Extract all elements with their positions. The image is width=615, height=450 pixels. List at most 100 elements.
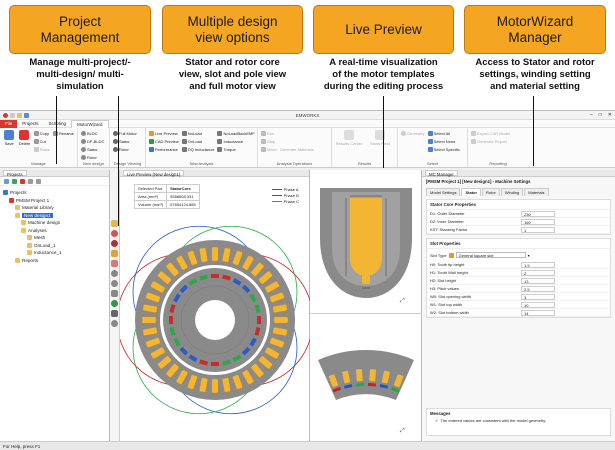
- remove-icon[interactable]: [20, 178, 25, 184]
- geometry-button[interactable]: Geometry: [401, 130, 425, 137]
- generate-materials-button[interactable]: Generate Materials: [280, 146, 314, 153]
- cad-preview-button[interactable]: CAD Preview: [149, 138, 179, 145]
- stator-core-view-icon[interactable]: [111, 230, 118, 237]
- refresh-icon[interactable]: [4, 178, 9, 184]
- tab-model-settings[interactable]: Model Settings: [426, 188, 461, 196]
- mesh-button[interactable]: Mesh: [261, 146, 277, 153]
- slot-view[interactable]: [310, 178, 422, 308]
- copy-button[interactable]: Copy: [33, 130, 50, 137]
- run-button[interactable]: Run: [261, 130, 277, 137]
- property-value-field[interactable]: 3: [521, 293, 555, 300]
- tree-item[interactable]: Machine design: [3, 219, 106, 227]
- property-value-field[interactable]: 13: [521, 277, 555, 284]
- select-all-button[interactable]: Select All: [427, 130, 460, 137]
- property-value-field[interactable]: 1.5: [521, 261, 555, 268]
- zoom-in-icon[interactable]: [111, 270, 118, 277]
- ribbon-group-results: Results Center Show Field Results: [332, 128, 398, 167]
- tree-item[interactable]: Projects: [3, 189, 106, 197]
- fit-icon[interactable]: [111, 290, 118, 297]
- dropdown-chevron-icon[interactable]: ▾: [528, 253, 530, 258]
- inductance-button[interactable]: Inductance: [217, 138, 254, 145]
- property-value-field[interactable]: 14: [521, 309, 555, 316]
- generate-report-button[interactable]: Generate Report: [471, 138, 510, 145]
- geometry-icon: [401, 131, 406, 136]
- paste-button[interactable]: Paste: [33, 146, 50, 153]
- stator-slot: [273, 316, 289, 324]
- collapse-icon[interactable]: [28, 178, 33, 184]
- camera-icon[interactable]: [111, 310, 118, 317]
- performance-icon: [149, 147, 154, 152]
- stop-button[interactable]: Stop: [261, 138, 277, 145]
- live-preview-button[interactable]: Live Preview: [149, 130, 179, 137]
- pole-view[interactable]: [310, 320, 422, 430]
- noload-button[interactable]: NoLoad: [181, 130, 215, 137]
- tree-item[interactable]: Material Library: [3, 204, 106, 212]
- tree-item[interactable]: PMSM Project 1: [3, 197, 106, 205]
- tree-item[interactable]: Mesh: [3, 234, 106, 242]
- callout-live-preview: Live Preview: [313, 5, 454, 54]
- expand-icon[interactable]: [36, 178, 41, 184]
- expand-pole-view-icon[interactable]: ⤢: [400, 428, 405, 435]
- expand-slot-view-icon[interactable]: ⤢: [400, 298, 405, 305]
- select-none-button[interactable]: Select None: [427, 138, 460, 145]
- menu-file[interactable]: File: [0, 119, 18, 128]
- stator-view-button[interactable]: Stator: [113, 138, 137, 145]
- table-cell: Volume (mm³): [133, 200, 168, 209]
- callout-motorwizard-manager: MotorWizard Manager: [464, 5, 606, 54]
- property-value-field[interactable]: 1: [521, 226, 555, 233]
- full-motor-button[interactable]: Full Motor: [113, 130, 137, 137]
- rotor-core-view-icon[interactable]: [111, 240, 118, 247]
- menu-motorwizard[interactable]: MotorWizard: [71, 119, 109, 128]
- tree-item[interactable]: OnLoad_1: [3, 242, 106, 250]
- full-view-icon[interactable]: [111, 220, 118, 227]
- tab-projects[interactable]: Projects: [3, 170, 27, 177]
- app-window: EMWORKS – □ ✕ File Projects Scripting Mo…: [0, 110, 615, 450]
- play-icon[interactable]: [111, 300, 118, 307]
- add-icon[interactable]: [12, 178, 17, 184]
- cut-button[interactable]: Cut: [33, 138, 50, 145]
- zoom-out-icon[interactable]: [111, 280, 118, 287]
- tree-item[interactable]: Inductance_1: [3, 249, 106, 257]
- tab-mc-manager[interactable]: MC Manager: [425, 170, 458, 177]
- property-value-field[interactable]: 2: [521, 269, 555, 276]
- performance-button[interactable]: Performance: [149, 146, 179, 153]
- property-label: KST: Stacking Factor: [430, 227, 468, 232]
- legend-phase-b: Phase B: [283, 192, 299, 198]
- bldc-button[interactable]: BLDC: [81, 130, 104, 137]
- menu-projects[interactable]: Projects: [17, 120, 43, 128]
- tab-stator[interactable]: Stator: [461, 188, 482, 196]
- tree-item-label: Mesh: [34, 235, 46, 241]
- tab-materials[interactable]: Materials: [524, 188, 549, 196]
- dq-inductance-button[interactable]: DQ Inductance: [181, 146, 214, 153]
- inductance-icon: [217, 139, 223, 144]
- df-bldc-button[interactable]: DF-BLDC: [81, 138, 104, 145]
- property-value-field[interactable]: 160: [521, 218, 555, 225]
- check-icon: ✔: [435, 418, 439, 423]
- stator-slot: [211, 246, 219, 262]
- tree-item[interactable]: Reports: [3, 257, 106, 265]
- tab-winding[interactable]: Winding: [500, 188, 524, 196]
- noload-backemf-button[interactable]: NoLoadBackEMF: [217, 130, 255, 137]
- tab-rotor[interactable]: Rotor: [482, 188, 500, 196]
- tree-node-icon: [21, 227, 26, 233]
- settings-icon[interactable]: [111, 320, 118, 327]
- torque-button[interactable]: Torque: [217, 146, 254, 153]
- tree-item[interactable]: New design1: [3, 212, 106, 220]
- pole-view-icon[interactable]: [111, 260, 118, 267]
- tab-live-preview[interactable]: Live Preview (New design1): [123, 170, 185, 177]
- property-value-field[interactable]: 10: [521, 301, 555, 308]
- desc-motorwizard-manager: Access to Stator and rotor settings, win…: [475, 57, 595, 92]
- select-specific-button[interactable]: Select Specific: [427, 146, 460, 153]
- menu-scripting[interactable]: Scripting: [44, 120, 72, 128]
- full-motor-view[interactable]: [120, 218, 310, 418]
- stator-design-button[interactable]: Stator: [81, 146, 104, 153]
- rotor-design-button[interactable]: Rotor: [81, 154, 104, 161]
- slot-view-icon[interactable]: [111, 250, 118, 257]
- rotor-view-button[interactable]: Rotor: [113, 146, 137, 153]
- slot-type-dropdown[interactable]: General square slot: [455, 252, 526, 258]
- onload-button[interactable]: OnLoad: [181, 138, 215, 145]
- export-cad-button[interactable]: Export CAD Model: [471, 130, 510, 137]
- tree-item[interactable]: Analyses: [3, 227, 106, 235]
- property-value-field[interactable]: 2.5: [521, 285, 555, 292]
- property-value-field[interactable]: 230: [521, 210, 555, 217]
